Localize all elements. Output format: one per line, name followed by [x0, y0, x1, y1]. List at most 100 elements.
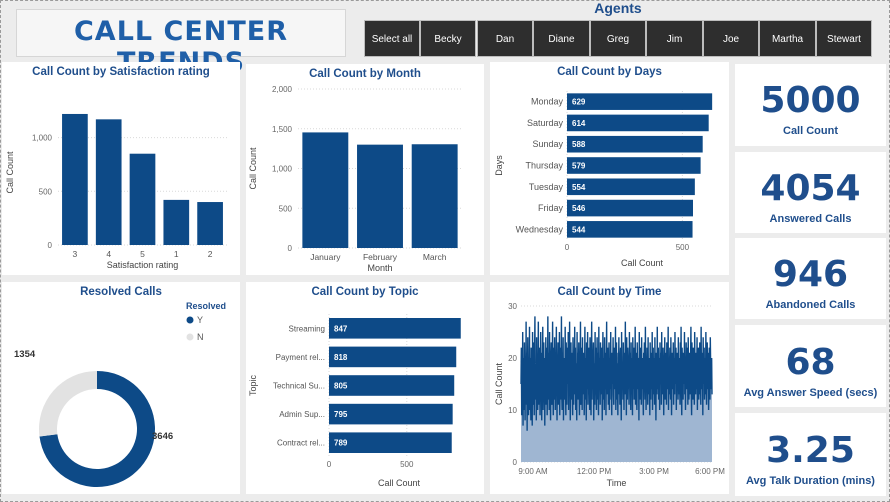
y-axis-label: Call Count: [248, 147, 258, 190]
kpi-label: Avg Talk Duration (mins): [746, 475, 875, 487]
resolved-chart: 3646 1354 Resolved YN: [14, 301, 226, 487]
bar: [567, 93, 713, 110]
kpi-label: Answered Calls: [769, 213, 852, 225]
category-label: Monday: [531, 97, 564, 107]
resolved-chart-panel: Resolved Calls 3646 1354 Resolved Y N: [2, 282, 240, 494]
legend-title: Resolved: [186, 301, 226, 311]
x-axis-label: Satisfaction rating: [107, 260, 179, 270]
slice-label: 1354: [14, 349, 36, 360]
time-chart: 0 10 20 30 9:00 AM 12:00 PM 3:00 PM 6:00 PM Time…: [494, 302, 725, 488]
agent-button-martha[interactable]: Martha: [759, 20, 816, 57]
x-axis-label: Call Count: [378, 478, 421, 488]
data-label: 546: [572, 204, 586, 213]
agent-button-jim[interactable]: Jim: [646, 20, 703, 57]
satisfaction-chart: 0 500 1,000 3 4 5 1 2 Satisfaction rating Call Co…: [5, 113, 227, 270]
satisfaction-chart-panel: Call Count by Satisfaction rating 0 500 1,…: [2, 62, 240, 275]
x-axis-label: Month: [367, 263, 392, 273]
legend-label: N: [197, 332, 204, 342]
agent-button-dan[interactable]: Dan: [477, 20, 533, 57]
agent-button-diane[interactable]: Diane: [533, 20, 590, 57]
bar: [567, 178, 695, 196]
x-tick-label: January: [310, 252, 341, 262]
y-tick-label: 500: [39, 187, 53, 196]
bar: [567, 221, 693, 238]
bar: [329, 318, 461, 339]
kpi-label: Call Count: [783, 125, 838, 137]
data-label: 579: [572, 162, 586, 171]
data-label: 629: [572, 98, 586, 107]
data-label: 614: [572, 119, 586, 128]
x-tick-label: 500: [400, 460, 414, 469]
bar: [95, 119, 122, 245]
category-label: Tuesday: [529, 182, 564, 192]
bar: [329, 375, 455, 396]
data-label: 789: [334, 439, 348, 448]
time-chart-panel: Call Count by Time 0 10 20 30 9:00 AM 12:00 P…: [490, 282, 729, 494]
kpi-label: Avg Answer Speed (secs): [743, 387, 878, 399]
kpi-card-avg-answer-speed: 68 Avg Answer Speed (secs): [735, 325, 886, 407]
y-tick-label: 0: [288, 244, 293, 253]
topic-chart-panel: Call Count by Topic 0 500 Streaming 847 Paym…: [246, 282, 484, 494]
x-tick-label: 2: [208, 249, 213, 259]
y-tick-label: 2,000: [272, 85, 293, 94]
bar: [567, 157, 701, 174]
agent-button-select-all[interactable]: Select all: [364, 20, 420, 57]
category-label: Wednesday: [516, 224, 564, 234]
bar: [163, 199, 190, 245]
category-label: Contract rel...: [277, 439, 325, 448]
x-tick-label: 0: [565, 243, 570, 252]
category-label: Technical Su...: [273, 382, 325, 391]
month-chart: 0 500 1,000 1,500 2,000 January February March M…: [248, 85, 462, 273]
y-tick-label: 1,500: [272, 125, 293, 134]
agent-button-greg[interactable]: Greg: [590, 20, 646, 57]
x-tick-label: 12:00 PM: [577, 467, 612, 476]
x-tick-label: 3: [73, 249, 78, 259]
legend-label: Y: [197, 315, 203, 325]
category-label: Sunday: [532, 139, 563, 149]
kpi-value: 4054: [760, 168, 861, 209]
kpi-value: 68: [785, 342, 836, 383]
data-label: 818: [334, 353, 348, 362]
x-axis-label: Call Count: [621, 258, 664, 268]
kpi-card-abandoned-calls: 946 Abandoned Calls: [735, 238, 886, 319]
bar: [329, 403, 453, 425]
bar: [329, 346, 457, 368]
agent-button-stewart[interactable]: Stewart: [816, 20, 872, 57]
y-axis-label: Call Count: [494, 362, 504, 405]
y-tick-label: 0: [48, 241, 53, 250]
y-axis-label: Topic: [248, 374, 258, 396]
x-tick-label: 5: [140, 249, 145, 259]
kpi-card-answered-calls: 4054 Answered Calls: [735, 152, 886, 233]
kpi-card-call-count: 5000 Call Count: [735, 64, 886, 146]
y-tick-label: 10: [508, 406, 517, 415]
y-axis-label: Days: [494, 155, 504, 176]
days-chart: 0 500 Monday 629 Saturday 614 Sunday 588 Thursda…: [494, 91, 713, 268]
kpi-value: 3.25: [766, 430, 855, 471]
x-tick-label: 4: [106, 249, 111, 259]
bar: [197, 202, 223, 245]
x-tick-label: 6:00 PM: [695, 467, 725, 476]
x-tick-label: 500: [676, 243, 690, 252]
y-tick-label: 500: [279, 204, 293, 213]
bar: [411, 144, 458, 248]
kpi-value: 5000: [760, 80, 861, 121]
data-label: 795: [334, 410, 348, 419]
agent-button-becky[interactable]: Becky: [420, 20, 476, 57]
data-label: 554: [572, 183, 586, 192]
bar: [357, 144, 403, 248]
legend-marker: [186, 333, 194, 341]
bar: [567, 135, 703, 153]
y-tick-label: 0: [513, 458, 518, 467]
x-tick-label: March: [423, 252, 447, 262]
agent-button-joe[interactable]: Joe: [703, 20, 759, 57]
category-label: Streaming: [289, 324, 325, 333]
category-label: Friday: [538, 203, 564, 213]
y-tick-label: 30: [508, 302, 517, 311]
agents-slicer-title: Agents: [594, 0, 642, 16]
category-label: Saturday: [527, 118, 564, 128]
data-label: 544: [572, 225, 586, 234]
y-axis-label: Call Count: [5, 151, 15, 194]
bar: [329, 432, 452, 453]
bar: [567, 199, 693, 217]
month-chart-panel: Call Count by Month 0 500 1,000 1,500 2,000 J…: [246, 64, 484, 275]
